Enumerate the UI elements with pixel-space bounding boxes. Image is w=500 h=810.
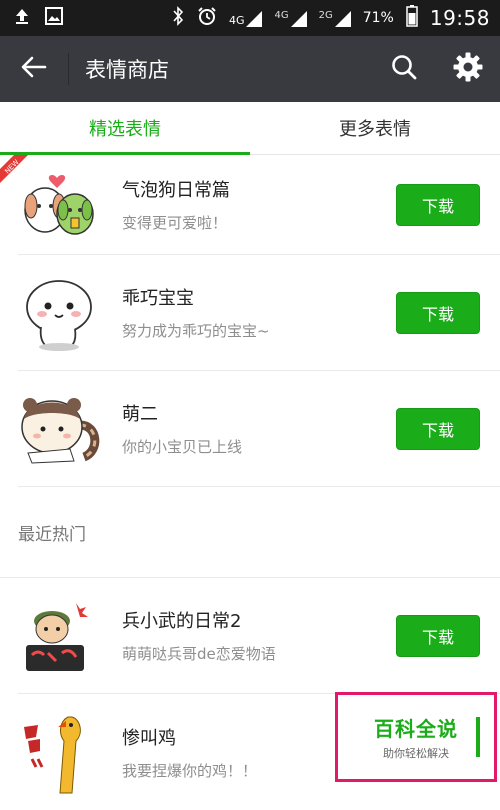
sticker-description: 变得更可爱啦！ (122, 214, 228, 232)
back-button[interactable] (0, 36, 68, 102)
search-button[interactable] (372, 36, 436, 102)
signal-4g-small-icon: 4G (274, 9, 307, 27)
list-item[interactable]: 乖巧宝宝 努力成为乖巧的宝宝~ 下载 (18, 255, 500, 371)
list-item[interactable]: 萌二 你的小宝贝已上线 下载 (18, 371, 500, 487)
network-4g-label: 4G (228, 14, 245, 27)
sticker-thumbnail (18, 595, 100, 677)
download-button[interactable]: 下载 (396, 183, 480, 226)
new-badge: NEW (0, 155, 40, 195)
sticker-description: 萌萌哒兵哥de恋爱物语 (122, 645, 276, 663)
tab-featured-stickers[interactable]: 精选表情 (0, 102, 250, 155)
status-bar-left (12, 6, 64, 30)
sticker-thumbnail (18, 711, 100, 794)
item-texts: 气泡狗日常篇 变得更可爱啦！ (122, 176, 396, 233)
battery-icon (406, 5, 418, 31)
image-icon (44, 6, 64, 30)
tab-more-stickers[interactable]: 更多表情 (250, 102, 500, 154)
status-bar-right: 4G 4G 2G 71% 19:58 (171, 5, 490, 31)
search-icon (390, 53, 418, 85)
gear-icon (452, 51, 484, 87)
network-2g-label: 2G (318, 10, 333, 21)
sticker-name: 乖巧宝宝 (122, 288, 194, 309)
sticker-name: 兵小武的日常2 (122, 611, 242, 632)
title-bar: 表情商店 (0, 36, 500, 102)
download-button[interactable]: 下载 (396, 291, 480, 334)
network-4g-small-label: 4G (274, 10, 289, 21)
item-texts: 乖巧宝宝 努力成为乖巧的宝宝~ (122, 284, 396, 341)
watermark-overlay: 百科全说 助你轻松解决 (335, 692, 497, 782)
watermark-subtitle: 助你轻松解决 (383, 747, 449, 760)
sticker-description: 努力成为乖巧的宝宝~ (122, 322, 270, 340)
status-bar: 4G 4G 2G 71% 19:58 (0, 0, 500, 36)
tab-bar: 精选表情 更多表情 (0, 102, 500, 155)
sticker-thumbnail (18, 272, 100, 354)
signal-4g-icon: 4G (229, 9, 263, 27)
bluetooth-icon (171, 6, 185, 30)
back-arrow-icon (21, 56, 47, 82)
section-header-recent-hot: 最近热门 (0, 487, 500, 578)
sticker-name: 萌二 (122, 404, 158, 425)
sticker-name: 气泡狗日常篇 (122, 180, 230, 201)
sticker-description: 你的小宝贝已上线 (122, 438, 243, 456)
watermark-title: 百科全说 (374, 717, 458, 741)
download-button[interactable]: 下载 (396, 614, 480, 657)
list-item[interactable]: NEW 气泡狗日常篇 变得更可爱啦！ 下载 (0, 155, 500, 255)
list-item[interactable]: 兵小武的日常2 萌萌哒兵哥de恋爱物语 下载 (18, 578, 500, 694)
signal-2g-icon: 2G (319, 9, 351, 27)
alarm-icon (197, 6, 217, 30)
battery-percent: 71% (362, 10, 394, 26)
settings-button[interactable] (436, 36, 500, 102)
sticker-thumbnail (18, 388, 100, 470)
page-title: 表情商店 (85, 58, 169, 82)
item-texts: 兵小武的日常2 萌萌哒兵哥de恋爱物语 (122, 607, 396, 664)
upload-icon (12, 6, 32, 30)
clock-time: 19:58 (429, 6, 490, 30)
title-divider (68, 53, 69, 85)
item-texts: 萌二 你的小宝贝已上线 (122, 400, 396, 457)
watermark-accent-bar (476, 717, 480, 757)
download-button[interactable]: 下载 (396, 407, 480, 450)
